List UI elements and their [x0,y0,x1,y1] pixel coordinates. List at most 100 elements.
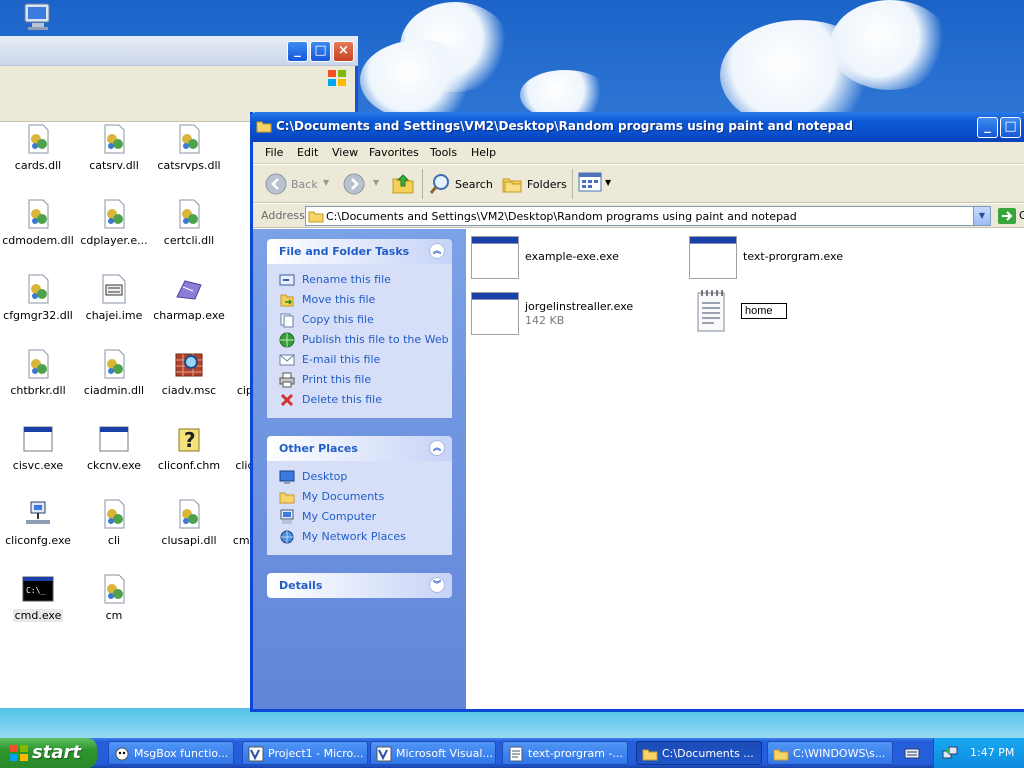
search-label: Search [455,178,493,191]
minimize-button[interactable]: _ [977,117,998,138]
search-icon [429,174,449,194]
details-panel: Details ︾ [267,573,452,598]
keyboard-icon[interactable] [904,746,920,760]
explorer-titlebar[interactable]: C:\Documents and Settings\VM2\Desktop\Ra… [250,112,1024,142]
file-name: chtbrkr.dll [10,384,66,397]
network-status-icon[interactable] [942,745,958,761]
menu-view[interactable]: View [332,146,358,159]
task-link[interactable]: Print this file [267,370,452,390]
system32-titlebar[interactable]: _ □ × [0,36,358,66]
vb-project-icon [376,746,392,762]
taskbar-button-label: MsgBox functio... [134,747,229,760]
forward-button[interactable]: ▼ [341,170,383,198]
taskbar-button[interactable]: Microsoft Visual... [370,741,496,765]
menu-edit[interactable]: Edit [297,146,318,159]
other-places-panel: Other Places ︽ Desktop My Documents My Com… [267,436,452,555]
folders-button[interactable]: Folders [499,170,567,198]
dll-icon [22,123,54,155]
file-name: cdmodem.dll [2,234,74,247]
notepad-icon [508,746,524,762]
menu-favorites[interactable]: Favorites [369,146,419,159]
taskbar-button[interactable]: MsgBox functio... [108,741,234,765]
collapse-icon[interactable]: ︽ [429,440,445,456]
go-button[interactable]: G [996,206,1024,226]
dll-icon [173,498,205,530]
task-list: Rename this file Move this file Copy this … [267,264,452,418]
file-item[interactable]: clusapi.dll [151,498,227,547]
file-size: 142 KB [525,314,565,327]
address-dropdown-button[interactable]: ▼ [973,207,990,225]
file-item[interactable]: catsrvps.dll [151,123,227,172]
my-computer-icon[interactable] [22,2,54,32]
file-item[interactable]: ciadv.msc [151,348,227,397]
file-item[interactable]: cli [76,498,152,547]
file-item[interactable]: cm [76,573,152,622]
file-item[interactable]: ciadmin.dll [76,348,152,397]
views-button[interactable]: ▼ [578,171,614,197]
file-name: cm [105,609,123,622]
task-link[interactable]: E-mail this file [267,350,452,370]
maximize-button[interactable]: □ [310,41,331,62]
taskbar-button[interactable]: C:\Documents ... [636,741,762,765]
explorer-window[interactable]: C:\Documents and Settings\VM2\Desktop\Ra… [250,112,1024,712]
file-item[interactable]: chajei.ime [76,273,152,322]
task-link[interactable]: Delete this file [267,390,452,410]
file-item[interactable]: ? cliconf.chm [151,423,227,472]
menu-tools[interactable]: Tools [430,146,457,159]
search-button[interactable]: Search [427,170,493,198]
email-icon [279,352,295,368]
expand-icon[interactable]: ︾ [429,577,445,593]
minimize-button[interactable]: _ [287,41,308,62]
panel-header[interactable]: Details ︾ [267,573,452,598]
close-button[interactable]: × [333,41,354,62]
file-item[interactable]: chtbrkr.dll [0,348,76,397]
task-label: E-mail this file [302,353,381,366]
copy-icon [279,312,295,328]
file-item[interactable]: certcli.dll [151,198,227,247]
file-item[interactable]: cfgmgr32.dll [0,273,76,322]
file-item[interactable]: cliconfg.exe [0,498,76,547]
file-item[interactable]: cards.dll [0,123,76,172]
taskbar-button-label: Project1 - Micro... [268,747,364,760]
file-item[interactable]: C:\_ cmd.exe [0,573,76,622]
background-cloud [830,0,950,90]
start-button[interactable]: start [0,738,97,768]
task-link[interactable]: Copy this file [267,310,452,330]
file-item[interactable]: ckcnv.exe [76,423,152,472]
system-tray: 1:47 PM [933,738,1024,768]
task-link[interactable]: Rename this file [267,270,452,290]
file-name: cards.dll [14,159,62,172]
back-button[interactable]: Back ▼ [263,170,333,198]
up-folder-button[interactable] [391,171,417,197]
file-item[interactable]: charmap.exe [151,273,227,322]
file-item[interactable] [696,289,787,336]
file-item[interactable]: cdplayer.e... [76,198,152,247]
task-pane: File and Folder Tasks ︽ Rename this file… [253,229,466,709]
panel-title: Details [279,579,323,592]
file-item[interactable]: cdmodem.dll [0,198,76,247]
menu-help[interactable]: Help [471,146,496,159]
clock[interactable]: 1:47 PM [970,746,1014,759]
file-item[interactable]: cisvc.exe [0,423,76,472]
menu-file[interactable]: File [265,146,283,159]
rename-field[interactable] [741,303,787,319]
panel-header[interactable]: Other Places ︽ [267,436,452,461]
maximize-button[interactable]: □ [1000,117,1021,138]
taskbar-button[interactable]: Project1 - Micro... [242,741,368,765]
collapse-icon[interactable]: ︽ [429,243,445,259]
folders-icon [502,178,522,193]
task-link[interactable]: Publish this file to the Web [267,330,452,350]
file-name: cliconf.chm [157,459,221,472]
taskbar-button[interactable]: text-prorgram -... [502,741,628,765]
task-link[interactable]: My Computer [267,507,452,527]
file-name: cmd.exe [12,609,64,622]
task-link[interactable]: Desktop [267,467,452,487]
task-link[interactable]: My Network Places [267,527,452,547]
address-input[interactable]: C:\Documents and Settings\VM2\Desktop\Ra… [305,206,991,226]
task-link[interactable]: My Documents [267,487,452,507]
file-item[interactable]: catsrv.dll [76,123,152,172]
panel-title: Other Places [279,442,358,455]
task-link[interactable]: Move this file [267,290,452,310]
taskbar-button[interactable]: C:\WINDOWS\s... [767,741,893,765]
panel-header[interactable]: File and Folder Tasks ︽ [267,239,452,264]
